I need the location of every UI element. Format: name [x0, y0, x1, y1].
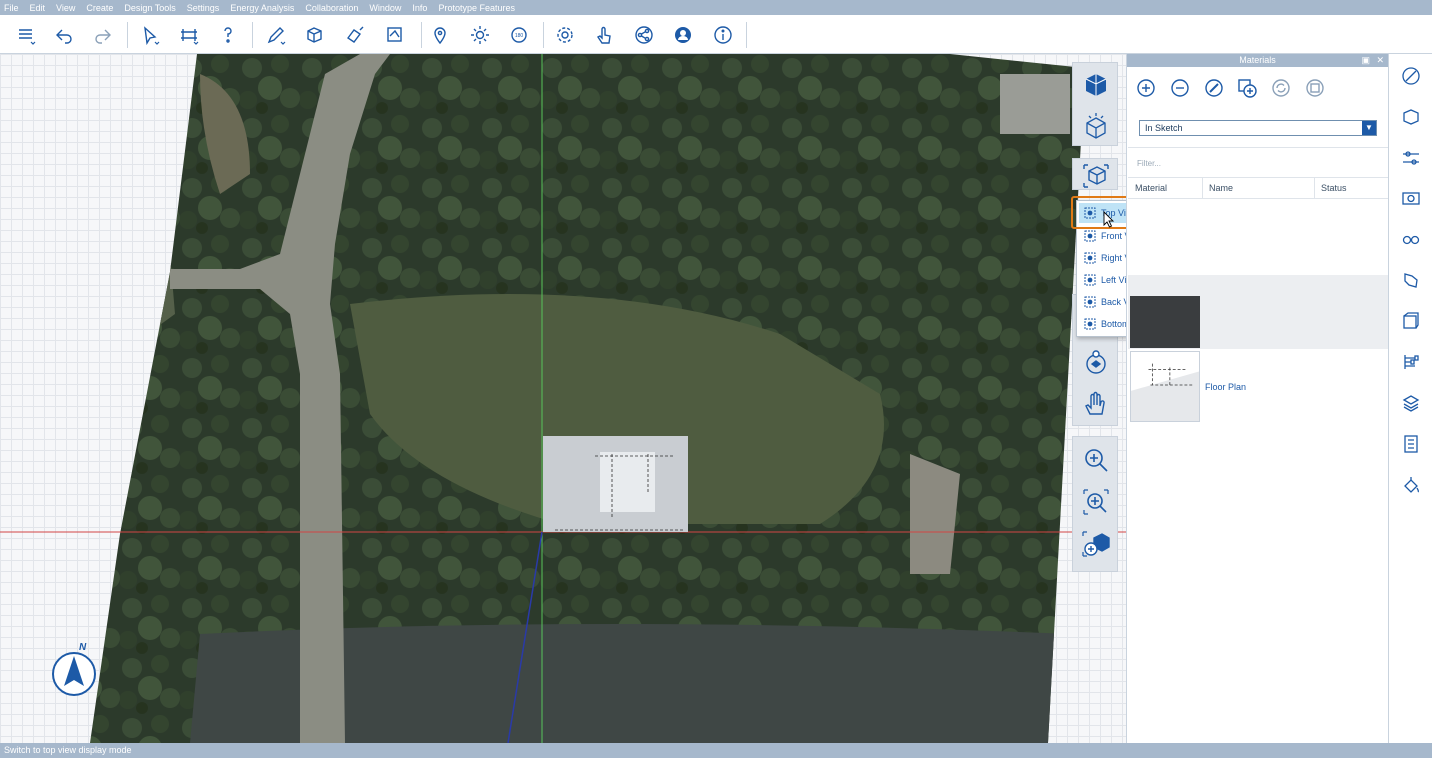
menu-bar: File Edit View Create Design Tools Setti…	[0, 0, 1432, 15]
panel-close-button[interactable]: ✕	[1376, 54, 1384, 67]
eyedropper-icon[interactable]	[1202, 76, 1226, 100]
pan-hand-icon[interactable]	[1079, 387, 1113, 421]
view-settings-icon[interactable]: 180	[505, 21, 533, 49]
menu-energy-analysis[interactable]: Energy Analysis	[230, 3, 294, 13]
mass-context-icon[interactable]	[1400, 351, 1422, 373]
camera-view-icon	[1084, 296, 1096, 308]
material-source-select[interactable]: In Sketch ▼	[1139, 120, 1377, 136]
camera-view-icon	[1084, 252, 1096, 264]
paint-bucket-icon[interactable]	[1400, 474, 1422, 496]
zoom-extents-icon[interactable]	[1079, 527, 1113, 561]
filter-input[interactable]: Filter...	[1128, 147, 1388, 178]
north-compass-icon[interactable]: N	[48, 640, 100, 698]
menu-design-tools[interactable]: Design Tools	[124, 3, 175, 13]
menu-view[interactable]: View	[56, 3, 75, 13]
remove-material-icon[interactable]	[1168, 76, 1192, 100]
model-viewport[interactable]: N	[0, 54, 1126, 743]
components-icon[interactable]	[1400, 106, 1422, 128]
material-name-label: Floor Plan	[1205, 382, 1247, 392]
materials-panel: Materials ▣ ✕ In Sketch ▼ Filter... Mate…	[1126, 54, 1388, 743]
menu-settings[interactable]: Settings	[187, 3, 220, 13]
display-styles-icon[interactable]	[1400, 228, 1422, 250]
view-orientation-icon[interactable]	[1079, 158, 1113, 192]
menu-collaboration[interactable]: Collaboration	[305, 3, 358, 13]
camera-view-icon	[1084, 274, 1096, 286]
select-tool-icon[interactable]	[136, 21, 164, 49]
view-cube-group	[1072, 62, 1118, 146]
properties-icon[interactable]	[1400, 147, 1422, 169]
camera-view-icon	[1084, 230, 1096, 242]
site-model-icon[interactable]	[1400, 269, 1422, 291]
zoom-in-icon[interactable]	[1079, 443, 1113, 477]
help-query-icon[interactable]	[214, 21, 242, 49]
main-toolbar: 180	[0, 15, 1432, 54]
undo-icon[interactable]	[50, 21, 78, 49]
iso-view-icon[interactable]	[1079, 109, 1113, 143]
materials-panel-icon[interactable]	[1400, 65, 1422, 87]
layers-stack-icon[interactable]	[1400, 392, 1422, 414]
menu-edit[interactable]: Edit	[30, 3, 46, 13]
svg-text:180: 180	[515, 33, 524, 39]
column-material[interactable]: Material	[1135, 183, 1167, 193]
zoom-tools-group	[1072, 436, 1118, 572]
zoom-window-icon[interactable]	[1079, 485, 1113, 519]
location-pin-icon[interactable]	[426, 21, 454, 49]
column-status[interactable]: Status	[1321, 183, 1347, 193]
scenes-camera-icon[interactable]	[1400, 187, 1422, 209]
orbit-tool-icon[interactable]	[1079, 345, 1113, 379]
panel-title: Materials	[1239, 55, 1276, 65]
settings-gear-icon[interactable]	[551, 21, 579, 49]
material-row-floor-plan[interactable]	[1130, 351, 1200, 422]
panel-float-button[interactable]: ▣	[1361, 54, 1370, 67]
layers-menu-icon[interactable]	[12, 21, 40, 49]
section-box-icon[interactable]	[381, 21, 409, 49]
redo-icon[interactable]	[89, 21, 117, 49]
user-account-icon[interactable]	[669, 21, 697, 49]
status-bar: Switch to top view display mode	[0, 743, 1432, 758]
pencil-draw-icon[interactable]	[262, 21, 290, 49]
menu-info[interactable]: Info	[412, 3, 427, 13]
sun-shadow-icon[interactable]	[466, 21, 494, 49]
menu-prototype-features[interactable]: Prototype Features	[438, 3, 515, 13]
view-orientation-group	[1072, 158, 1118, 190]
push-pull-box-icon[interactable]	[301, 21, 329, 49]
paint-material-icon[interactable]	[341, 21, 369, 49]
levels-icon[interactable]	[1400, 310, 1422, 332]
share-icon[interactable]	[630, 21, 658, 49]
refresh-material-icon[interactable]	[1269, 76, 1293, 100]
material-source-value: In Sketch	[1145, 123, 1183, 133]
app-window: File Edit View Create Design Tools Setti…	[0, 0, 1432, 758]
duplicate-material-icon[interactable]	[1235, 76, 1259, 100]
column-name[interactable]: Name	[1209, 183, 1233, 193]
compass-north-label: N	[79, 642, 87, 653]
add-material-icon[interactable]	[1134, 76, 1158, 100]
aerial-site-image	[0, 54, 1126, 743]
camera-view-icon	[1084, 318, 1096, 330]
material-thumbnail[interactable]	[1130, 296, 1200, 348]
info-icon[interactable]	[709, 21, 737, 49]
chevron-down-icon: ▼	[1362, 121, 1376, 135]
floor-plan-thumbnail	[1131, 352, 1199, 421]
dimension-tool-icon[interactable]	[175, 21, 203, 49]
schedules-list-icon[interactable]	[1400, 433, 1422, 455]
mouse-cursor-icon	[1103, 211, 1115, 228]
purge-material-icon[interactable]	[1303, 76, 1327, 100]
menu-file[interactable]: File	[4, 3, 19, 13]
materials-table-header: Material Name Status	[1128, 178, 1388, 199]
view-cube-icon[interactable]	[1079, 69, 1113, 103]
floor-plan-model[interactable]	[543, 436, 688, 532]
right-tool-sidebar	[1388, 54, 1432, 743]
menu-create[interactable]: Create	[86, 3, 113, 13]
menu-window[interactable]: Window	[369, 3, 401, 13]
touch-gesture-icon[interactable]	[590, 21, 618, 49]
panel-title-bar: Materials ▣ ✕	[1127, 54, 1388, 67]
